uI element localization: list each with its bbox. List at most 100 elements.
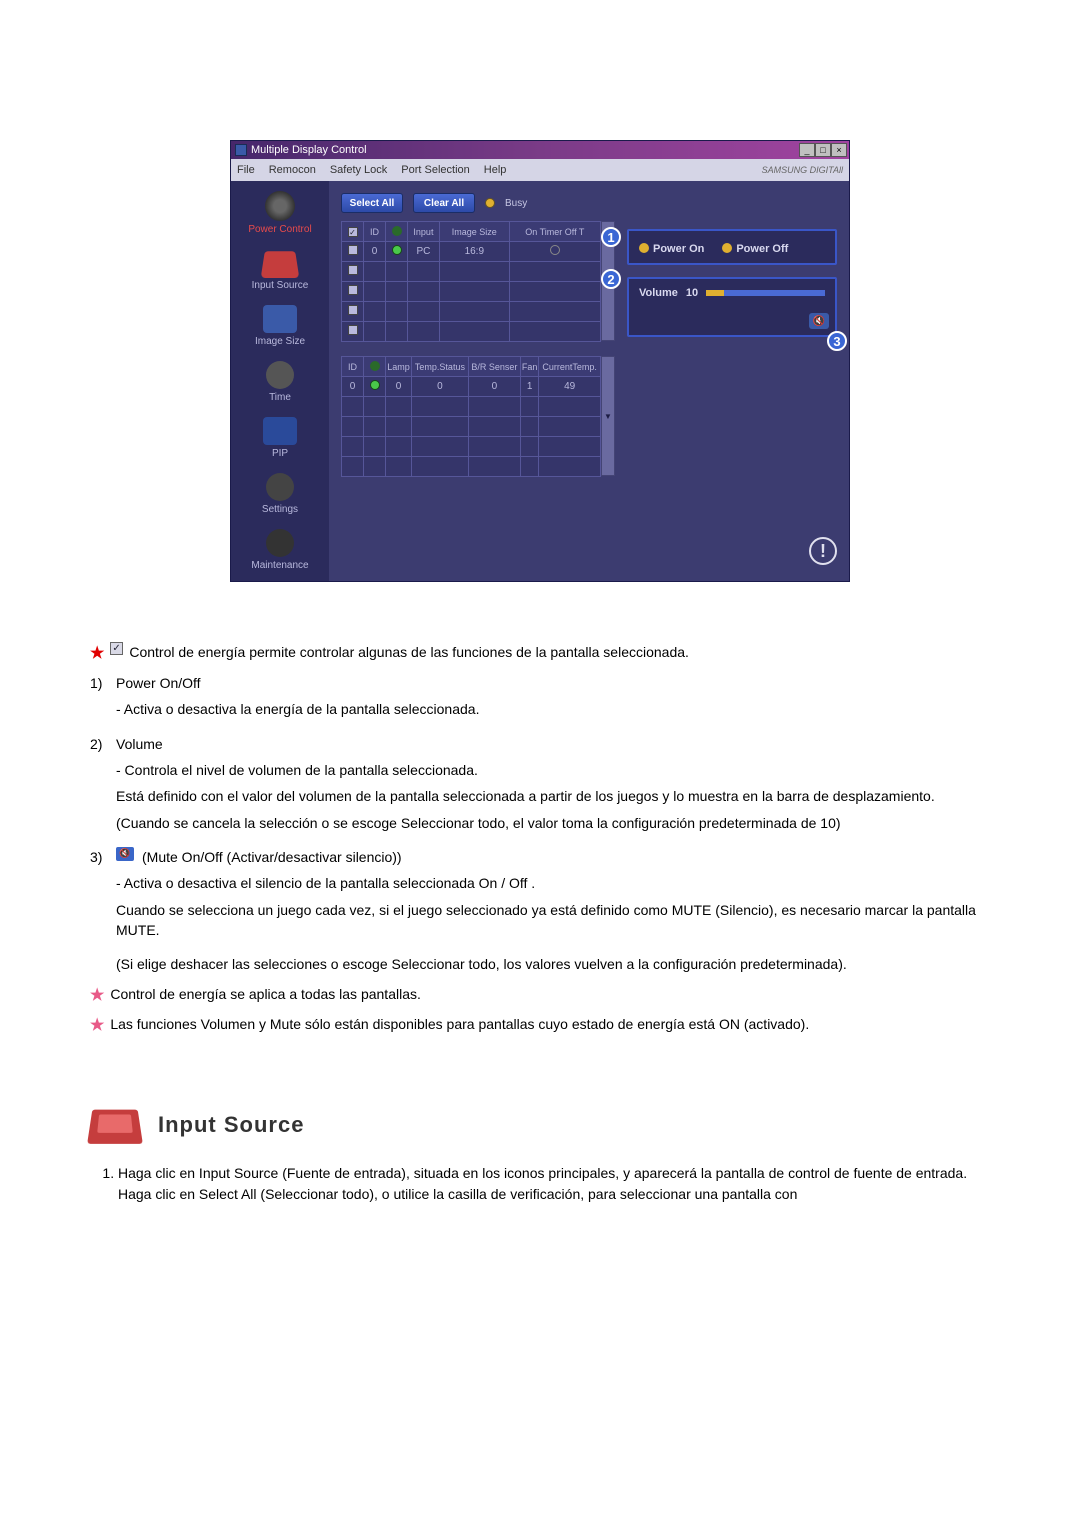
volume-value: 10 <box>686 287 698 299</box>
col-id: ID <box>342 357 364 377</box>
sidebar-item-pip[interactable]: PIP <box>263 417 297 459</box>
radio-icon <box>639 243 649 253</box>
col-tempstatus: Temp.Status <box>412 357 469 377</box>
minimize-button[interactable]: _ <box>799 143 815 157</box>
volume-label: Volume <box>639 287 678 299</box>
power-off-button[interactable]: Power Off <box>722 239 788 255</box>
mute-icon[interactable]: 🔇 <box>809 313 829 329</box>
star-icon: ★ <box>90 984 104 1007</box>
col-status-icon <box>386 222 408 242</box>
item-number: 2) <box>90 734 108 754</box>
titlebar: Multiple Display Control _ □ × <box>231 141 849 159</box>
sidebar-item-image-size[interactable]: Image Size <box>255 305 305 347</box>
note-1: Control de energía se aplica a todas las… <box>110 984 421 1004</box>
cell-id: 0 <box>342 377 364 397</box>
sidebar-label: PIP <box>263 448 297 459</box>
app-icon <box>235 144 247 156</box>
sidebar-item-settings[interactable]: Settings <box>262 473 298 515</box>
cell-imgsize: 16:9 <box>439 242 509 262</box>
cell-fan: 1 <box>520 377 538 397</box>
sidebar-label: Settings <box>262 504 298 515</box>
maximize-button[interactable]: □ <box>815 143 831 157</box>
cell-tempstatus: 0 <box>412 377 469 397</box>
main-area: Select All Clear All Busy ID Input <box>329 181 849 581</box>
col-lamp: Lamp <box>386 357 412 377</box>
clear-all-button[interactable]: Clear All <box>413 193 475 213</box>
mute-icon: 🔇 <box>116 847 134 861</box>
item1-line-a: - Activa o desactiva la energía de la pa… <box>116 699 990 719</box>
row-checkbox[interactable] <box>348 305 358 315</box>
sidebar-label: Input Source <box>252 280 309 291</box>
display-table: ID Input Image Size On Timer Off T 0 PC <box>341 221 601 342</box>
timer-led-icon <box>550 245 560 255</box>
scrollbar[interactable]: ▼ <box>601 356 615 476</box>
table-row[interactable]: 0 PC 16:9 <box>342 242 601 262</box>
menu-safetylock[interactable]: Safety Lock <box>330 164 387 176</box>
sidebar-item-input-source[interactable]: Input Source <box>252 249 309 291</box>
item2-title: Volume <box>116 734 163 754</box>
menu-portselection[interactable]: Port Selection <box>401 164 469 176</box>
table-row[interactable]: 0 0 0 0 1 49 <box>342 377 601 397</box>
item3-line-c: (Si elige deshacer las selecciones o esc… <box>116 954 990 974</box>
sidebar-item-power-control[interactable]: Power Control <box>248 191 311 235</box>
power-panel: Power On Power Off <box>627 229 837 265</box>
item1-title: Power On/Off <box>116 673 201 693</box>
close-button[interactable]: × <box>831 143 847 157</box>
power-on-button[interactable]: Power On <box>639 239 704 255</box>
col-currenttemp: CurrentTemp. <box>539 357 601 377</box>
volume-slider[interactable] <box>706 290 825 296</box>
busy-led-icon <box>485 198 495 208</box>
list-item: Haga clic en Input Source (Fuente de ent… <box>118 1163 990 1205</box>
callout-2: 2 <box>601 269 621 289</box>
busy-label: Busy <box>505 198 527 209</box>
time-icon <box>266 361 294 389</box>
row-checkbox[interactable] <box>348 285 358 295</box>
intro-text: Control de energía permite controlar alg… <box>129 642 689 662</box>
row-checkbox[interactable] <box>348 265 358 275</box>
section-heading: Input Source <box>90 1107 990 1143</box>
sidebar-label: Power Control <box>248 224 311 235</box>
image-size-icon <box>263 305 297 333</box>
cell-input: PC <box>408 242 440 262</box>
col-status-icon <box>364 357 386 377</box>
checkbox-icon <box>110 642 123 655</box>
item2-line-a: - Controla el nivel de volumen de la pan… <box>116 760 990 780</box>
cell-ctemp: 49 <box>539 377 601 397</box>
menu-help[interactable]: Help <box>484 164 507 176</box>
status-table: ID Lamp Temp.Status B/R Senser Fan Curre… <box>341 356 601 477</box>
step1a: Haga clic en Input Source (Fuente de ent… <box>118 1165 967 1181</box>
sidebar-item-maintenance[interactable]: Maintenance <box>251 529 308 571</box>
col-on-timer: On Timer Off T <box>509 222 600 242</box>
maintenance-icon <box>266 529 294 557</box>
menu-remocon[interactable]: Remocon <box>269 164 316 176</box>
sidebar: Power Control Input Source Image Size Ti… <box>231 181 329 581</box>
cell-lamp: 0 <box>386 377 412 397</box>
input-source-icon <box>261 251 300 278</box>
col-id: ID <box>364 222 386 242</box>
power-icon <box>265 191 295 221</box>
callout-1: 1 <box>601 227 621 247</box>
menu-file[interactable]: File <box>237 164 255 176</box>
row-checkbox[interactable] <box>348 245 358 255</box>
item3-line-b: Cuando se selecciona un juego cada vez, … <box>116 900 990 941</box>
step1b: Haga clic en Select All (Seleccionar tod… <box>118 1186 797 1202</box>
col-image-size: Image Size <box>439 222 509 242</box>
item2-line-b: Está definido con el valor del volumen d… <box>116 786 990 806</box>
radio-icon <box>722 243 732 253</box>
item-number: 1) <box>90 673 108 693</box>
sidebar-item-time[interactable]: Time <box>266 361 294 403</box>
note-2: Las funciones Volumen y Mute sólo están … <box>110 1014 809 1034</box>
row-checkbox[interactable] <box>348 325 358 335</box>
description-section: ★ Control de energía permite controlar a… <box>90 642 990 1037</box>
header-checkbox[interactable] <box>348 227 358 237</box>
col-input: Input <box>408 222 440 242</box>
menubar: File Remocon Safety Lock Port Selection … <box>231 159 849 181</box>
select-all-button[interactable]: Select All <box>341 193 403 213</box>
instruction-list: Haga clic en Input Source (Fuente de ent… <box>118 1163 990 1205</box>
status-header-icon <box>370 361 380 371</box>
info-icon[interactable]: ! <box>809 537 837 565</box>
mdc-window: Multiple Display Control _ □ × File Remo… <box>230 140 850 582</box>
item3-title: (Mute On/Off (Activar/desactivar silenci… <box>142 847 402 867</box>
cell-br: 0 <box>468 377 520 397</box>
window-title: Multiple Display Control <box>251 144 367 156</box>
